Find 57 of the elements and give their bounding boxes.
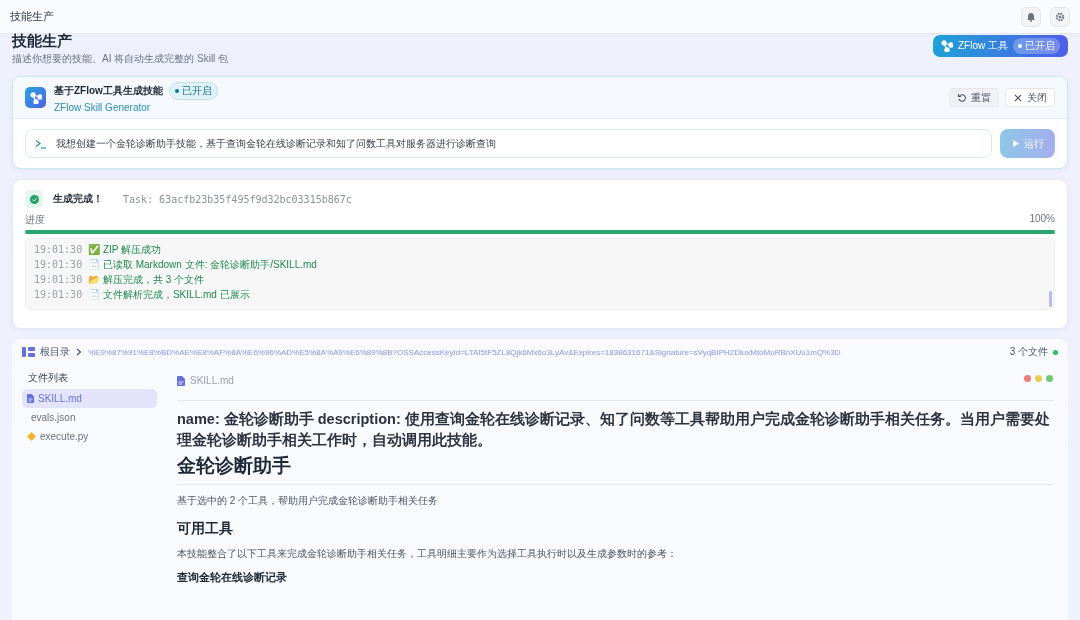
reset-button[interactable]: 重置 xyxy=(949,88,999,107)
section-heading: 可用工具 xyxy=(177,520,234,538)
chevron-right-icon xyxy=(76,348,82,356)
file-name: SKILL.md xyxy=(190,375,234,386)
close-button[interactable]: 关闭 xyxy=(1005,88,1055,107)
notification-button[interactable] xyxy=(1021,6,1041,27)
file-count: 3 个文件 xyxy=(1009,345,1048,359)
status-title: 生成完成！ xyxy=(53,192,103,206)
settings-icon xyxy=(1055,11,1065,22)
scrollbar-thumb[interactable] xyxy=(1049,291,1052,307)
generator-title: 基于ZFlow工具生成技能 xyxy=(54,84,163,98)
tree-icon xyxy=(22,347,35,357)
paragraph: 本技能整合了以下工具来完成金轮诊断助手相关任务，工具明细主要作为选择工具执行时以及生成参数时的参考： xyxy=(177,547,678,561)
document-heading: 金轮诊断助手 xyxy=(177,453,1053,485)
path-link[interactable]: %E9%87%91%E8%BD%AE%E8%AF%8A%E6%96%AD%E5%8A%A9%E6%89%8B?OSSAccessKeyId=LTAI5tF5ZL8Qjk6Mx6o3LyAv&Expires=1838631671&Signature=sVyqBIPH2DluxMtoMoRBnXUu1mQ%3D xyxy=(88,347,1004,357)
file-item[interactable]: SKILL.md xyxy=(22,389,157,408)
diamond-icon xyxy=(27,432,36,441)
generator-subtitle: ZFlow Skill Generator xyxy=(54,102,152,113)
root-link[interactable]: 根目录 xyxy=(22,345,70,359)
zflow-tool-button[interactable]: ZFlow 工具 已开启 xyxy=(933,35,1068,57)
task-id: Task: 63acfb23b35f495f9d32bc03315b867c xyxy=(123,193,352,205)
nodes-icon xyxy=(941,40,953,52)
subsection-heading: 查询金轮在线诊断记录 xyxy=(177,570,288,585)
window-dot xyxy=(1024,375,1031,382)
file-item[interactable]: execute.py xyxy=(22,427,157,446)
progress-reading: 100% xyxy=(1029,213,1055,226)
status-dot xyxy=(1053,349,1058,355)
settings-button[interactable] xyxy=(1050,6,1070,27)
document-icon xyxy=(27,394,34,403)
metadata-text: name: 金轮诊断助手 description: 使用查询金轮在线诊断记录、知了问数等工具帮助用户完成金轮诊断助手相关任务。当用户需要处理金轮诊断助手相关工作时，自动调用此技能。 xyxy=(177,410,1051,450)
page-title: 技能生产 xyxy=(12,33,73,49)
log-message: 📄 文件解析完成，SKILL.md 已展示 xyxy=(88,288,250,301)
progress-label: 进度 xyxy=(25,213,45,227)
log-time: 19:01:30 xyxy=(34,288,83,301)
prompt-field[interactable]: 我想创建一个金轮诊断助手技能，基于查询金轮在线诊断记录和知了问数工具对服务器进行诊断查询 xyxy=(25,129,992,158)
play-icon xyxy=(1011,139,1020,148)
document-icon xyxy=(177,375,185,386)
page-subtitle: 描述你想要的技能、AI 将自动生成完整的 Skill 包 xyxy=(12,52,229,66)
window-dot xyxy=(1035,375,1042,382)
check-circle-icon xyxy=(29,194,39,204)
log-message: 📄 已读取 Markdown 文件: 金轮诊断助手/SKILL.md xyxy=(88,258,317,271)
terminal-icon xyxy=(35,139,47,149)
reset-icon xyxy=(957,92,967,103)
log-message: 📂 解压完成，共 3 个文件 xyxy=(88,273,205,286)
bell-icon xyxy=(1026,11,1036,22)
file-list-title: 文件列表 xyxy=(27,371,69,385)
window-dot xyxy=(1046,375,1053,382)
status-badge: 已开启 xyxy=(168,82,218,100)
app-title: 技能生产 xyxy=(10,9,54,24)
log-time: 19:01:30 xyxy=(34,243,83,256)
close-icon xyxy=(1013,92,1023,103)
log-time: 19:01:30 xyxy=(34,258,83,271)
log-message: ✅ ZIP 解压成功 xyxy=(88,243,162,256)
paragraph: 基于选中的 2 个工具，帮助用户完成金轮诊断助手相关任务 xyxy=(177,494,440,508)
status-badge: 已开启 xyxy=(1013,38,1060,54)
file-item[interactable]: evals.json xyxy=(22,408,157,427)
log-time: 19:01:30 xyxy=(34,273,83,286)
